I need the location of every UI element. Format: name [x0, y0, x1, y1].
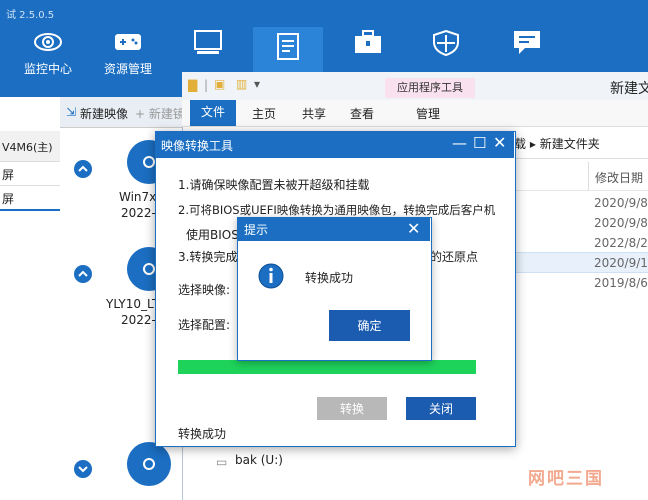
toolbar-label: 监控中心 — [23, 62, 72, 76]
file-date: 2020/9/8 — [594, 196, 648, 210]
image-toolbar: ⇲ 新建映像 + 新建镜 — [60, 97, 185, 128]
dialog-title: 映像转换工具 — [161, 139, 234, 153]
list-item-label: 屏 — [2, 192, 15, 206]
file-date: 2020/9/11 — [594, 256, 648, 270]
folder-icon: ▇ — [188, 78, 198, 92]
file-date: 2020/9/8 — [594, 216, 648, 230]
convert-button[interactable]: 转换 — [317, 397, 387, 420]
message-icon — [513, 30, 541, 54]
list-item-label: 屏 — [2, 168, 15, 182]
progress-fill — [178, 360, 476, 374]
separator-icon: | — [204, 78, 209, 92]
tab-share[interactable]: 共享 — [302, 105, 326, 122]
new-other-button[interactable]: + 新建镜 — [135, 105, 185, 122]
close-button[interactable]: 关闭 — [406, 397, 476, 420]
version-text: 试 2.5.0.5 — [6, 10, 55, 21]
prompt-message: 转换成功 — [305, 271, 354, 285]
server-label: V4M6(主) — [2, 141, 53, 154]
explorer-title: 新建文 — [610, 81, 648, 97]
breadcrumb-folder: 新建文件夹 — [539, 137, 600, 151]
ribbon-tabs: 主页 共享 查看 管理 — [182, 100, 648, 127]
column-header-modified[interactable]: 修改日期 — [595, 169, 643, 186]
toolbar-monitor-center[interactable]: 监控中心 — [8, 30, 88, 77]
watermark-logo: 网吧三国 — [528, 469, 604, 489]
toolbar-resource-manager[interactable]: 资源管理 — [88, 30, 168, 77]
minimize-icon[interactable]: — — [452, 134, 467, 152]
toolbar-label: 资源管理 — [103, 62, 152, 76]
select-image-label: 选择映像: — [178, 283, 231, 297]
tab-view[interactable]: 查看 — [350, 105, 374, 122]
info-icon — [258, 263, 284, 289]
list-item[interactable]: 屏 — [0, 161, 60, 186]
dialog-titlebar: 映像转换工具 — ☐ ✕ — [155, 131, 514, 158]
divider — [514, 158, 648, 159]
status-text: 转换成功 — [178, 427, 227, 441]
list-item-selected[interactable]: 屏 — [0, 185, 60, 211]
divider — [514, 190, 648, 191]
collapse-icon[interactable] — [74, 160, 92, 178]
new-image-icon: ⇲ — [66, 105, 77, 119]
tab-home[interactable]: 主页 — [252, 105, 276, 122]
monitor-icon — [194, 30, 222, 54]
toolbar-message[interactable] — [487, 30, 567, 60]
file-date: 2019/8/6 2 — [594, 276, 648, 290]
breadcrumb[interactable]: 载 ▸ 新建文件夹 — [514, 135, 600, 152]
drive-icon: ▭ — [216, 455, 228, 469]
eye-icon — [34, 30, 62, 54]
toolbox-icon — [354, 30, 382, 54]
column-divider[interactable] — [588, 162, 589, 190]
image-name: YLY10_LT — [106, 297, 160, 311]
drive-label[interactable]: bak (U:) — [235, 453, 283, 467]
new-folder-icon[interactable]: ▣ — [214, 77, 225, 91]
toolbar-toolbox[interactable] — [328, 30, 408, 60]
properties-icon[interactable]: ▥ — [236, 77, 247, 91]
server-item[interactable]: V4M6(主) — [0, 131, 60, 162]
tab-manage[interactable]: 管理 — [416, 105, 440, 122]
shield-icon — [432, 29, 460, 57]
app-tools-tab[interactable]: 应用程序工具 — [385, 78, 475, 98]
instruction-line-2: 2.可将BIOS或UEFI映像转换为通用映像包，转换完成后客户机 — [178, 203, 496, 217]
prompt-title: 提示 — [244, 223, 269, 237]
maximize-icon[interactable]: ☐ — [473, 134, 486, 152]
instruction-line-1: 1.请确保映像配置未被开超级和挂载 — [178, 178, 370, 192]
document-icon — [274, 33, 302, 60]
gamepad-icon — [114, 30, 142, 54]
close-icon[interactable]: ✕ — [493, 133, 506, 152]
toolbar-monitor[interactable] — [168, 30, 248, 60]
select-config-label: 选择配置: — [178, 318, 231, 332]
tab-file[interactable]: 文件 — [190, 100, 236, 126]
expand-icon[interactable] — [74, 460, 92, 478]
close-icon[interactable]: ✕ — [407, 219, 420, 238]
dropdown-icon[interactable]: ▾ — [254, 77, 260, 91]
new-image-button[interactable]: 新建映像 — [80, 105, 128, 122]
instruction-line-3b: 的还原点 — [430, 250, 479, 264]
file-date: 2022/8/29 — [594, 236, 648, 250]
ok-button[interactable]: 确定 — [329, 310, 410, 341]
prompt-titlebar: 提示 ✕ — [237, 217, 430, 241]
toolbar-shield[interactable] — [406, 29, 486, 60]
image-disk-icon — [127, 442, 171, 486]
collapse-icon[interactable] — [74, 265, 92, 283]
breadcrumb-arrow-icon: ▸ — [529, 137, 540, 151]
